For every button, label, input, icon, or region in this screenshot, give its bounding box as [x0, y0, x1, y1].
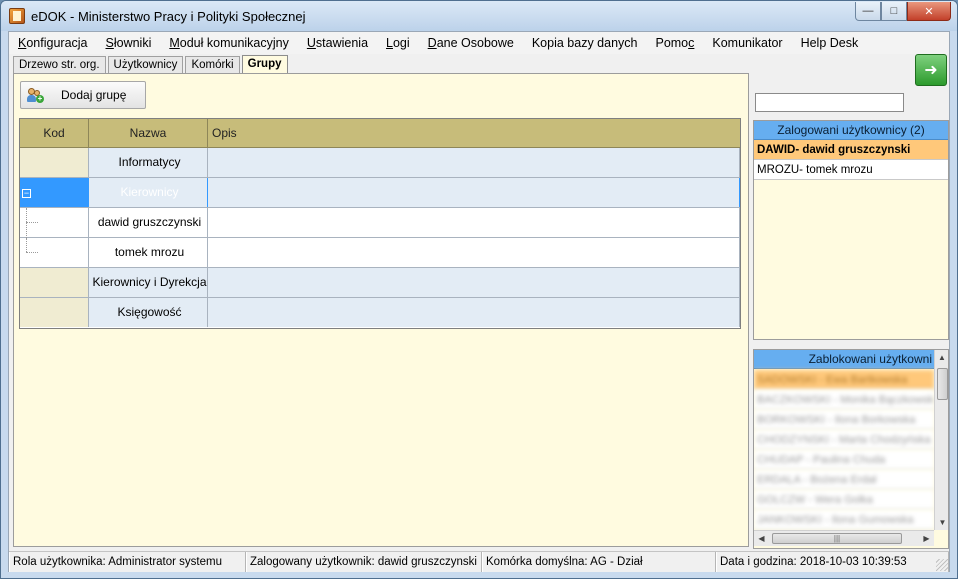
menu-slowniki[interactable]: Słowniki — [97, 32, 161, 54]
scroll-down-icon[interactable]: ▼ — [935, 515, 948, 530]
cell-kod — [20, 238, 89, 267]
cell-nazwa: dawid gruszczynski — [89, 208, 208, 237]
scroll-thumb[interactable] — [937, 368, 948, 400]
menu-pomoc[interactable]: Pomoc — [646, 32, 703, 54]
tab-uzytkownicy[interactable]: Użytkownicy — [107, 56, 184, 73]
tree-line — [26, 222, 38, 223]
list-item[interactable]: BACZKOWSKI - Monika Bączkowska — [754, 390, 934, 410]
user-search-input[interactable] — [755, 93, 904, 112]
maximize-button[interactable]: □ — [881, 2, 907, 21]
scroll-right-icon[interactable]: ▶ — [919, 531, 934, 546]
status-role: Rola użytkownika: Administrator systemu — [9, 552, 246, 572]
cell-nazwa: Księgowość — [89, 298, 208, 327]
add-users-icon: + — [27, 87, 44, 103]
client-area: Konfiguracja Słowniki Moduł komunikacyjn… — [8, 31, 950, 572]
tab-drzewo[interactable]: Drzewo str. org. — [13, 56, 106, 73]
list-item[interactable]: SADOWSKI - Ewa Bartkowska — [754, 370, 934, 390]
list-item[interactable]: CHUDAP - Paulina Chuda — [754, 450, 934, 470]
cell-kod — [20, 148, 89, 177]
cell-opis — [208, 268, 740, 297]
exit-button[interactable]: ➜ — [915, 54, 947, 86]
tab-komorki[interactable]: Komórki — [185, 56, 240, 73]
blocked-users-list: Zablokowani użytkowni SADOWSKI - Ewa Bar… — [753, 349, 949, 549]
menu-komunikator[interactable]: Komunikator — [703, 32, 791, 54]
blocked-users-header: Zablokowani użytkowni — [754, 350, 934, 369]
column-header-nazwa[interactable]: Nazwa — [89, 119, 208, 148]
list-item[interactable]: MROZU- tomek mrozu — [754, 160, 948, 180]
logged-users-header: Zalogowani użytkownicy (2) — [754, 121, 948, 140]
grid-header: Kod Nazwa Opis — [20, 119, 740, 148]
cell-nazwa: tomek mrozu — [89, 238, 208, 267]
logged-users-list: Zalogowani użytkownicy (2) DAWID- dawid … — [753, 120, 949, 340]
table-row[interactable]: Informatycy — [20, 148, 740, 178]
cell-opis — [208, 148, 740, 177]
resize-grip[interactable] — [936, 559, 948, 571]
cell-nazwa: Kierownicy — [89, 178, 208, 207]
status-default-unit: Komórka domyślna: AG - Dział — [482, 552, 716, 572]
list-item[interactable]: JANKOWSKI - Ilona Gumowska — [754, 510, 934, 530]
collapse-icon[interactable]: − — [22, 189, 31, 198]
window-title: eDOK - Ministerstwo Pracy i Polityki Spo… — [31, 9, 306, 24]
cell-opis — [208, 238, 740, 267]
exit-icon: ➜ — [924, 62, 938, 79]
cell-opis — [208, 178, 740, 207]
menu-bar: Konfiguracja Słowniki Moduł komunikacyjn… — [9, 32, 949, 54]
minimize-button[interactable]: — — [855, 2, 881, 21]
list-item[interactable]: CHODZYNSKI - Marta Chodzyńska — [754, 430, 934, 450]
status-logged-user: Zalogowany użytkownik: dawid gruszczynsk… — [246, 552, 482, 572]
cell-opis — [208, 298, 740, 327]
menu-modul-komunikacyjny[interactable]: Moduł komunikacyjny — [160, 32, 298, 54]
scroll-thumb-horizontal[interactable]: ||| — [772, 533, 902, 544]
groups-panel: + Dodaj grupę Kod Nazwa Opis Informatycy — [13, 73, 749, 547]
horizontal-scrollbar[interactable]: ◀ ||| ▶ — [754, 530, 934, 546]
add-group-button[interactable]: + Dodaj grupę — [20, 81, 146, 109]
cell-kod — [20, 298, 89, 327]
cell-kod — [20, 268, 89, 297]
list-item[interactable]: BORKOWSKI - Ilona Borkowska — [754, 410, 934, 430]
menu-logi[interactable]: Logi — [377, 32, 419, 54]
add-group-label: Dodaj grupę — [61, 88, 127, 102]
scroll-up-icon[interactable]: ▲ — [935, 350, 948, 365]
list-item[interactable]: ERDALA - Bożena Erdał — [754, 470, 934, 490]
status-bar: Rola użytkownika: Administrator systemu … — [9, 551, 949, 572]
vertical-scrollbar[interactable]: ▲ ▼ — [934, 350, 948, 530]
close-button[interactable]: ✕ — [907, 2, 951, 21]
tab-strip: Drzewo str. org. Użytkownicy Komórki Gru… — [13, 54, 290, 74]
table-row-member[interactable]: tomek mrozu — [20, 238, 740, 268]
status-datetime: Data i godzina: 2018-10-03 10:39:53 — [716, 552, 949, 572]
cell-nazwa: Kierownicy i Dyrekcja — [89, 268, 208, 297]
cell-nazwa: Informatycy — [89, 148, 208, 177]
cell-kod — [20, 208, 89, 238]
groups-grid: Kod Nazwa Opis Informatycy − Kierownicy — [19, 118, 741, 329]
tree-line — [26, 252, 38, 253]
app-logo-icon — [9, 8, 25, 24]
tab-grupy[interactable]: Grupy — [241, 55, 288, 74]
list-item[interactable]: DAWID- dawid gruszczynski — [754, 140, 948, 160]
cell-kod: − — [20, 178, 89, 207]
title-bar[interactable]: eDOK - Ministerstwo Pracy i Polityki Spo… — [1, 1, 957, 31]
table-row-member[interactable]: dawid gruszczynski — [20, 208, 740, 238]
column-header-kod[interactable]: Kod — [20, 119, 89, 148]
list-item[interactable]: GOLCZW - Wera Golka — [754, 490, 934, 510]
scroll-left-icon[interactable]: ◀ — [754, 531, 769, 546]
column-header-opis[interactable]: Opis — [208, 119, 740, 148]
menu-kopia-bazy[interactable]: Kopia bazy danych — [523, 32, 647, 54]
app-window: eDOK - Ministerstwo Pracy i Polityki Spo… — [0, 0, 958, 579]
table-row[interactable]: Księgowość — [20, 298, 740, 328]
menu-help-desk[interactable]: Help Desk — [792, 32, 868, 54]
table-row-selected[interactable]: − Kierownicy — [20, 178, 740, 208]
menu-konfiguracja[interactable]: Konfiguracja — [9, 32, 97, 54]
users-side-panel: ➜ Zalogowani użytkownicy (2) DAWID- dawi… — [751, 54, 949, 550]
menu-ustawienia[interactable]: Ustawienia — [298, 32, 377, 54]
menu-dane-osobowe[interactable]: Dane Osobowe — [419, 32, 523, 54]
tree-line — [26, 238, 27, 252]
cell-opis — [208, 208, 740, 237]
table-row[interactable]: Kierownicy i Dyrekcja — [20, 268, 740, 298]
